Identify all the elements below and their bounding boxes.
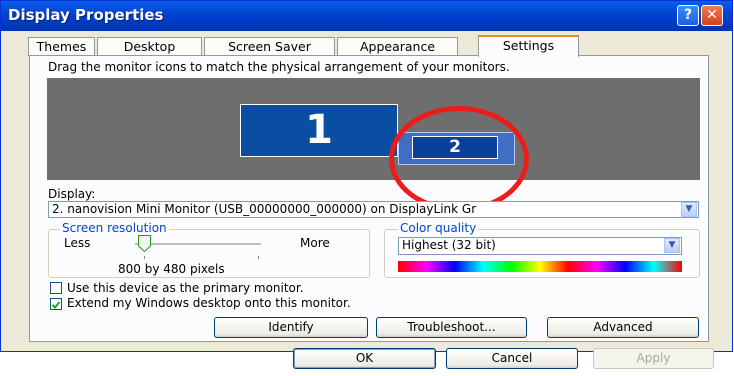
color-quality-chevron-down-icon[interactable]: ▼ [664, 238, 680, 253]
close-button[interactable]: ✕ [701, 5, 723, 26]
resolution-value-text: 800 by 480 pixels [118, 262, 225, 276]
resolution-less-label: Less [64, 236, 91, 250]
cancel-button[interactable]: Cancel [446, 348, 578, 369]
tab-screen-saver[interactable]: Screen Saver [204, 37, 335, 56]
tab-settings[interactable]: Settings [478, 35, 579, 57]
title-bar[interactable]: Display Properties ? ✕ [1, 1, 732, 31]
resolution-slider-track[interactable] [135, 243, 261, 246]
primary-monitor-checkbox[interactable] [50, 282, 62, 294]
display-select-chevron-down-icon[interactable]: ▼ [681, 202, 697, 217]
slider-tick [144, 256, 145, 259]
resolution-more-label: More [300, 236, 330, 250]
identify-button[interactable]: Identify [214, 317, 368, 338]
color-quality-select[interactable]: Highest (32 bit) [398, 237, 682, 255]
resolution-slider-thumb[interactable] [138, 235, 151, 252]
extend-desktop-label: Extend my Windows desktop onto this moni… [67, 296, 351, 310]
extend-desktop-checkbox[interactable] [50, 298, 62, 310]
monitor-1-icon[interactable]: 1 [240, 104, 398, 157]
red-highlight-circle [389, 106, 529, 212]
advanced-button[interactable]: Advanced [547, 317, 699, 338]
color-spectrum-bar [398, 261, 682, 272]
window-title: Display Properties [8, 6, 164, 24]
primary-monitor-label: Use this device as the primary monitor. [67, 281, 304, 295]
tab-appearance[interactable]: Appearance [337, 37, 458, 56]
checkmark-icon [51, 301, 61, 309]
color-quality-label: Color quality [398, 221, 479, 235]
troubleshoot-button[interactable]: Troubleshoot... [376, 317, 527, 338]
help-button[interactable]: ? [677, 5, 699, 26]
ok-button[interactable]: OK [293, 348, 436, 369]
slider-tick [258, 256, 259, 259]
instructions-text: Drag the monitor icons to match the phys… [48, 60, 510, 74]
display-select[interactable]: 2. nanovision Mini Monitor (USB_00000000… [48, 201, 699, 218]
tab-themes[interactable]: Themes [28, 37, 95, 56]
screen-resolution-label: Screen resolution [60, 221, 169, 235]
display-label: Display: [48, 187, 96, 201]
apply-button[interactable]: Apply [593, 348, 714, 369]
tab-desktop[interactable]: Desktop [97, 37, 202, 56]
